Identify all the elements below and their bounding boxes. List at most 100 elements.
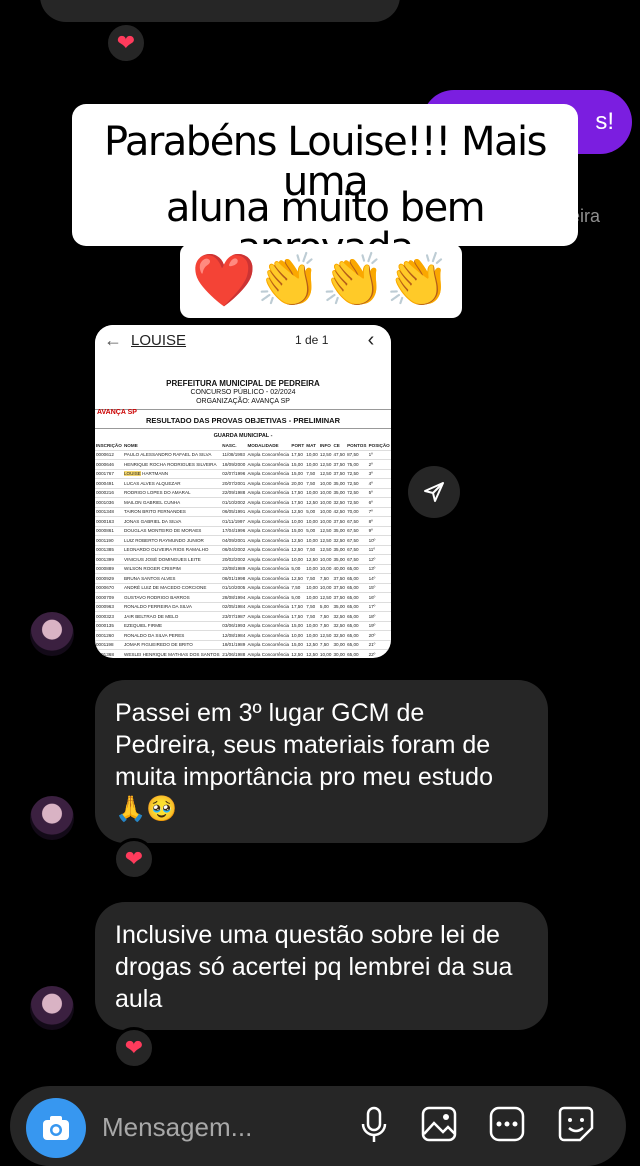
table-cell: 02/05/1984 (221, 602, 247, 612)
table-cell: 0001399 (95, 554, 123, 565)
table-cell: 7,50 (305, 545, 319, 555)
page-indicator: 1 de 1 (295, 333, 329, 347)
table-row: 0000135 EZEQUIEL FIRME 03/06/1993 Ampla Con… (95, 621, 391, 631)
table-cell: Ampla Concorrência (246, 564, 291, 574)
results-table: INSCRIÇÃO NOME NASC. MODALIDADE PORT MAT INFO C… (95, 441, 391, 658)
camera-button[interactable] (26, 1098, 86, 1158)
table-cell: 10,00 (318, 649, 333, 658)
table-cell: 47,50 (332, 450, 347, 460)
table-cell: PAULO ALESSANDRO RAFAEL DA SILVA (122, 450, 222, 460)
heart-reaction[interactable]: ❤ (105, 22, 147, 64)
table-cell: Ampla Concorrência (246, 488, 291, 498)
table-cell: 10,00 (305, 516, 319, 527)
share-button[interactable] (408, 466, 460, 518)
table-cell: 72,50 (346, 478, 368, 489)
table-cell: 1º (367, 450, 391, 460)
table-cell: 7,50 (305, 611, 319, 622)
table-cell: 0000612 (95, 450, 123, 460)
table-row: 0001260 RONALDO DA SILVA PERES 12/08/1984 A… (95, 630, 391, 641)
table-column-header: MAT (305, 441, 319, 451)
table-cell: 10,00 (318, 583, 333, 593)
table-cell: 10,00 (305, 564, 319, 574)
document-name: LOUISE (131, 331, 187, 349)
message-input[interactable]: Mensagem... (102, 1112, 252, 1143)
table-row: 0000709 GUSTAVO RODRIGO BARROS 28/08/1994 A… (95, 592, 391, 603)
document-title: RESULTADO DAS PROVAS OBJETIVAS - PRELIMI… (145, 416, 341, 425)
table-cell: GUSTAVO RODRIGO BARROS (122, 592, 222, 603)
previous-message-bubble[interactable] (40, 0, 400, 22)
table-cell: Ampla Concorrência (246, 621, 291, 631)
heart-icon: ❤ (124, 846, 144, 871)
table-cell: 12,50 (290, 507, 306, 517)
table-cell: Ampla Concorrência (246, 630, 291, 641)
table-cell: 7,50 (318, 621, 333, 631)
table-row: 0001198 JOMAR FIGUEIREDO DE BRITO 18/01/19… (95, 640, 391, 650)
table-cell: Ampla Concorrência (246, 611, 291, 622)
organizer-logo: AVANÇA SP (97, 409, 137, 416)
more-button[interactable] (488, 1104, 528, 1144)
gallery-button[interactable] (420, 1104, 460, 1144)
table-cell: LUIZ ROBERTO RAYMUNDO JUNIOR (122, 535, 222, 546)
table-cell: WESLEI HENRIQUE MATHIAS DOS SANTOS (122, 649, 222, 658)
table-cell: 5,00 (305, 526, 319, 536)
table-cell: Ampla Concorrência (246, 640, 291, 650)
send-icon (424, 482, 444, 502)
table-cell: 10,00 (318, 507, 333, 517)
table-cell: 37,50 (332, 583, 347, 593)
table-cell: 10,00 (318, 478, 333, 489)
heart-reaction[interactable]: ❤ (113, 1027, 155, 1069)
table-cell: 72,50 (346, 497, 368, 508)
table-cell: 7,50 (305, 478, 319, 489)
table-cell: JONAS GABRIEL DA SILVA (122, 516, 222, 527)
avatar[interactable] (30, 986, 74, 1030)
avatar[interactable] (30, 612, 74, 656)
table-cell: 65,00 (346, 573, 368, 584)
table-cell: 35,00 (332, 602, 347, 612)
table-cell: 06/01/1998 (221, 573, 247, 584)
table-cell: BRUNA SANTOS ALVES (122, 573, 222, 584)
table-cell: JAIR BELTRAO DE MELO (122, 611, 222, 622)
table-cell: 7,50 (318, 640, 333, 650)
divider (95, 428, 391, 429)
table-cell: 23/07/1987 (221, 611, 247, 622)
table-cell: 70,00 (346, 507, 368, 517)
table-cell: DOUGLAS MONTEIRO DE MORAES (122, 526, 222, 536)
heart-reaction[interactable]: ❤ (113, 838, 155, 880)
message-text: Passei em 3º lugar GCM de Pedreira, seus… (115, 699, 493, 823)
table-row: 0000491 LUCAS ALVES ALQUEZAR 20/07/2001 Amp… (95, 478, 391, 489)
heart-icon: ❤ (124, 1035, 144, 1060)
table-cell: 12,50 (305, 497, 319, 508)
table-cell: 10,00 (305, 488, 319, 498)
avatar[interactable] (30, 796, 74, 840)
document-section: GUARDA MUNICIPAL - (213, 433, 273, 439)
table-cell: 10,00 (318, 564, 333, 574)
incoming-message-bubble[interactable]: Inclusive uma questão sobre lei de droga… (95, 902, 548, 1030)
table-cell: 11º (367, 545, 391, 555)
sticker-button[interactable] (556, 1104, 596, 1144)
table-cell: 17,50 (290, 611, 306, 622)
table-cell: 7º (367, 507, 391, 517)
table-cell: 67,50 (346, 526, 368, 536)
microphone-button[interactable] (354, 1104, 394, 1144)
table-cell: 01/10/2005 (221, 583, 247, 593)
table-cell: 35,00 (332, 526, 347, 536)
table-column-header: PONTOS (346, 441, 368, 451)
document-contest: CONCURSO PÚBLICO - 02/2024 (190, 389, 296, 396)
table-cell: 0000889 (95, 564, 123, 574)
table-cell: 18/09/2000 (221, 459, 247, 470)
table-cell: 0000670 (95, 583, 123, 593)
table-cell: 65,00 (346, 611, 368, 622)
table-cell: WILSON ROGER CRISPIM (122, 564, 222, 574)
table-cell: 14º (367, 573, 391, 584)
table-cell: 10,00 (305, 621, 319, 631)
back-arrow-icon: ← (104, 329, 122, 350)
incoming-message-bubble[interactable]: Passei em 3º lugar GCM de Pedreira, seus… (95, 680, 548, 843)
table-cell: Ampla Concorrência (246, 535, 291, 546)
shared-document-image[interactable]: ← LOUISE 1 de 1 ‹ AVANÇA SP PREFEITURA M… (95, 325, 391, 658)
table-cell: 72,50 (346, 488, 368, 498)
table-column-header: NOME (122, 441, 222, 451)
table-cell: 11/08/1993 (221, 450, 247, 460)
table-cell: 65,00 (346, 621, 368, 631)
table-column-header: NASC. (221, 441, 247, 451)
table-cell: 6º (367, 497, 391, 508)
